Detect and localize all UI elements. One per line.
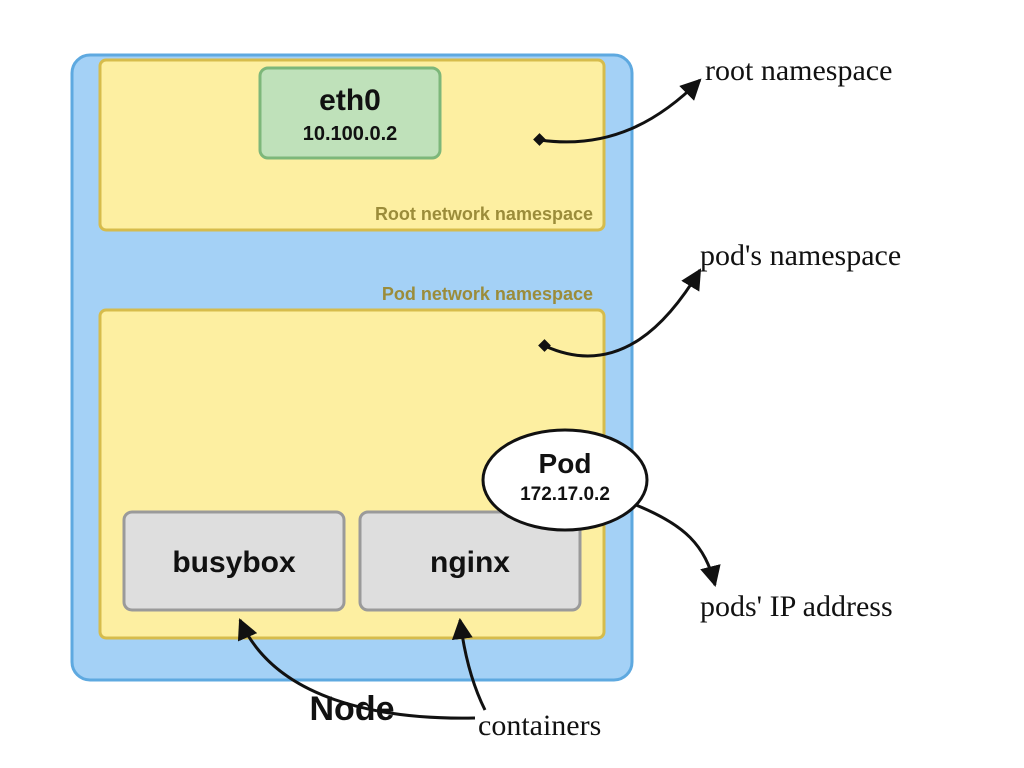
arrow-pod-ip	[636, 505, 715, 585]
annotation-pod-namespace: pod's namespace	[700, 239, 901, 272]
eth0-ip: 10.100.0.2	[303, 123, 398, 145]
annotation-pod-ip: pods' IP address	[700, 590, 893, 623]
annotation-containers: containers	[478, 709, 601, 742]
pod-ip: 172.17.0.2	[520, 484, 610, 505]
busybox-label: busybox	[172, 546, 296, 579]
eth0-name: eth0	[319, 84, 381, 117]
pod-name: Pod	[539, 448, 592, 479]
nginx-label: nginx	[430, 546, 510, 579]
diagram-canvas: Root network namespace eth0 10.100.0.2 P…	[0, 0, 1024, 768]
pod-ellipse	[483, 430, 647, 530]
root-namespace-label: Root network namespace	[375, 204, 593, 224]
annotation-root-namespace: root namespace	[705, 54, 892, 87]
pod-namespace-label: Pod network namespace	[382, 284, 593, 304]
